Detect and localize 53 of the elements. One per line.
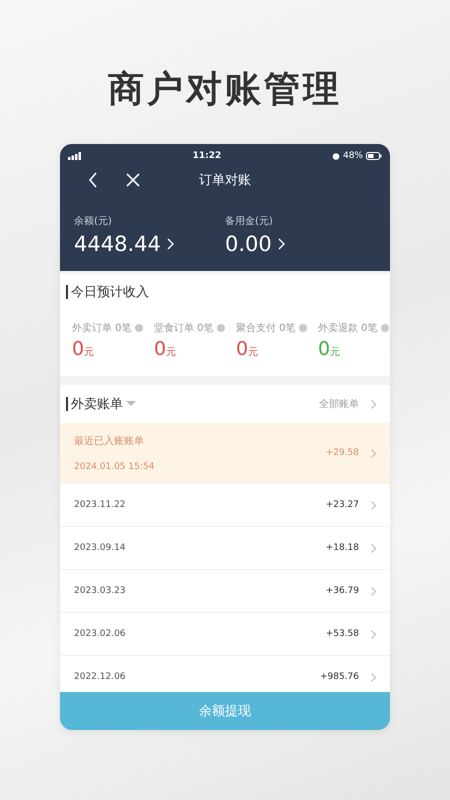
chevron-icon <box>371 448 376 458</box>
chevron-icon <box>166 238 174 250</box>
chevron-icon <box>371 500 376 510</box>
bill-date: 2022.12.06 <box>74 672 127 682</box>
unit-label: 元 <box>248 346 258 359</box>
bill-date: 2023.02.06 <box>74 629 127 639</box>
bill-amount: +29.58 <box>326 448 359 458</box>
bill-date: 2024.01.05 15:54 <box>74 462 156 472</box>
income-label: 外卖订单 0笔 <box>72 322 132 335</box>
section-title: 今日预计收入 <box>71 284 149 301</box>
bill-date: 2023.09.14 <box>74 543 127 553</box>
bill-date: 2023.03.23 <box>74 586 127 596</box>
bill-row[interactable]: 2023.11.22 +23.27 <box>60 484 390 527</box>
bill-row[interactable]: 2023.09.14 +18.18 <box>60 527 390 570</box>
chevron-icon <box>371 672 376 682</box>
bill-row[interactable]: 2023.03.23 +36.79 <box>60 570 390 613</box>
balance-label: 余额(元) <box>74 214 113 228</box>
signal-icon <box>68 152 82 160</box>
income-amount: 0 <box>318 338 330 360</box>
section-title: 外卖账单 <box>71 396 123 413</box>
status-time: 11:22 <box>192 151 222 161</box>
battery-icon <box>366 152 382 160</box>
bill-amount: +53.58 <box>326 629 359 639</box>
bill-row[interactable]: 2023.02.06 +53.58 <box>60 613 390 656</box>
bill-amount: +36.79 <box>326 586 359 596</box>
unit-label: 元 <box>84 346 94 359</box>
income-label: 堂食订单 0笔 <box>154 322 214 335</box>
unit-label: 元 <box>166 346 176 359</box>
income-amount: 0 <box>154 338 166 360</box>
battery-percent: 48% <box>342 151 363 161</box>
chevron-icon <box>371 630 376 638</box>
back-button[interactable] <box>88 172 98 188</box>
dropdown-icon[interactable] <box>126 401 136 407</box>
page-title: 订单对账 <box>199 172 251 189</box>
bill-date: 2023.11.22 <box>74 500 127 510</box>
unit-label: 元 <box>330 346 340 359</box>
bill-amount: +985.76 <box>320 672 359 682</box>
balance-amount[interactable]: 0.00 <box>225 232 285 256</box>
bill-amount: +18.18 <box>326 543 359 553</box>
chevron-icon <box>371 544 376 552</box>
chevron-icon <box>278 238 285 250</box>
balance-amount[interactable]: 4448.44 <box>74 232 174 256</box>
income-label: 聚合支付 0笔 <box>236 322 296 335</box>
income-amount: 0 <box>236 338 248 360</box>
chevron-icon <box>371 586 376 596</box>
headline: 商户对账管理 <box>108 68 342 112</box>
chevron-icon <box>371 400 376 408</box>
income-amount: 0 <box>72 338 84 360</box>
recent-bill-label: 最近已入账账单 <box>74 434 145 448</box>
income-label: 外卖退款 0笔 <box>318 322 378 335</box>
balance-label: 备用金(元) <box>225 215 274 228</box>
bill-amount: +23.27 <box>326 500 359 510</box>
close-button[interactable] <box>126 173 140 187</box>
